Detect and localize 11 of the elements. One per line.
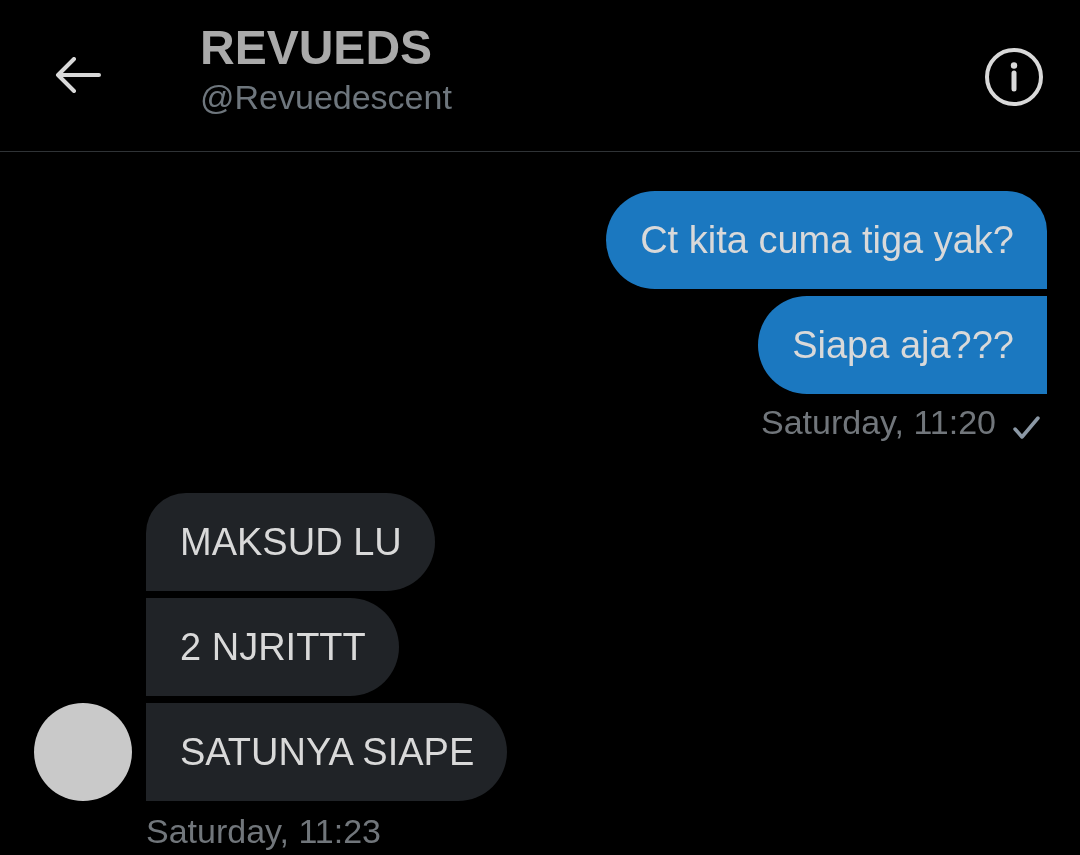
back-arrow-icon[interactable] [55, 57, 101, 93]
contact-name: REVUEDS [200, 24, 434, 72]
message-timestamp: Saturday, 11:23 [146, 814, 381, 848]
message-timestamp: Saturday, 11:20 [761, 405, 996, 439]
message-bubble: SATUNYA SIAPE [146, 703, 508, 801]
message-bubble: MAKSUD LU [146, 493, 435, 591]
message-bubble: Ct kita cuma tiga yak? [606, 191, 1047, 289]
contact-handle: @Revuedescent [200, 80, 452, 114]
info-icon[interactable] [985, 48, 1043, 106]
message-bubble: Siapa aja??? [758, 296, 1047, 394]
message-bubble: 2 NJRITTT [146, 598, 399, 696]
